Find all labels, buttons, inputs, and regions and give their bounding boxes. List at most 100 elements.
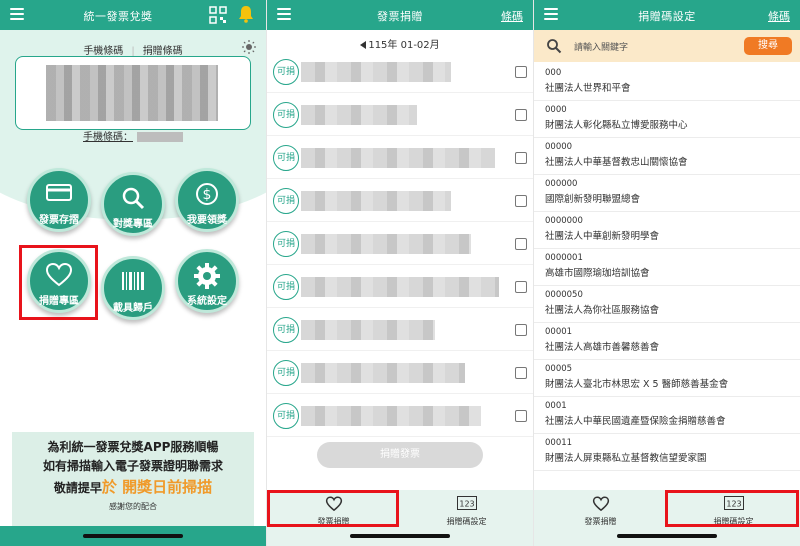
donatable-badge[interactable]: 可捐 [273, 274, 299, 300]
barcode-link[interactable]: 條碼 [501, 8, 523, 24]
list-item[interactable]: 0001 社團法人中華民國遺產暨保險金捐贈慈善會 [534, 397, 800, 434]
invoice-row: 可捐 [267, 265, 533, 308]
home-indicator [617, 534, 717, 538]
invoice-passbook-button[interactable]: 發票存摺 [27, 168, 91, 232]
invoice-info [301, 363, 465, 383]
home-header: 統一發票兌獎 [0, 0, 266, 30]
tab-donation-barcode[interactable]: 捐贈條碼 [135, 42, 191, 57]
system-settings-button[interactable]: 系統設定 [175, 249, 239, 313]
invoice-info [301, 62, 451, 82]
123-icon: 123 [456, 496, 477, 510]
donatable-badge[interactable]: 可捐 [273, 59, 299, 85]
svg-text:$: $ [203, 187, 212, 203]
donatable-badge[interactable]: 可捐 [273, 145, 299, 171]
invoice-checkbox[interactable] [515, 281, 527, 293]
banner-line-3-prefix: 敬請提早 [53, 481, 102, 495]
org-name: 財團法人彰化縣私立博愛服務中心 [545, 120, 688, 131]
heart-icon [592, 496, 609, 512]
carrier-link-button[interactable]: 載具歸戶 [101, 256, 165, 320]
invoice-row: 可捐 [267, 50, 533, 93]
claim-prize-button[interactable]: $ 我要領獎 [175, 168, 239, 232]
org-name: 社團法人世界和平會 [545, 83, 631, 94]
brightness-icon[interactable] [242, 40, 256, 54]
donatable-badge[interactable]: 可捐 [273, 360, 299, 386]
org-name: 國際創新發明聯盟總會 [545, 194, 641, 205]
settings-title: 捐贈碼設定 [638, 10, 696, 23]
org-name: 財團法人屏東縣私立基督教信望愛家園 [545, 453, 707, 464]
svg-text:123: 123 [459, 500, 474, 509]
tab-invoice-donation[interactable]: 發票捐贈 [534, 490, 667, 532]
list-item[interactable]: 0000000 社團法人中華創新發明學會 [534, 212, 800, 249]
home-indicator [350, 534, 450, 538]
donate-invoice-button[interactable]: 捐贈發票 [317, 442, 483, 468]
donatable-badge[interactable]: 可捐 [273, 102, 299, 128]
search-input[interactable]: 請輸入關鍵字 [574, 40, 628, 53]
org-name: 社團法人中華創新發明學會 [545, 231, 660, 242]
invoice-checkbox[interactable] [515, 152, 527, 164]
invoice-row: 可捐 [267, 394, 533, 437]
donation-screen: 發票捐贈 條碼 115年 01-02月 可捐 可捐 可捐 可捐 可捐 可捐 可捐… [267, 0, 533, 546]
tab-donation-code-settings[interactable]: 123 捐贈碼設定 [400, 490, 533, 532]
barcode-image [46, 65, 218, 121]
barcode-link[interactable]: 條碼 [768, 8, 790, 24]
invoice-checkbox[interactable] [515, 410, 527, 422]
invoice-checkbox[interactable] [515, 109, 527, 121]
invoice-row: 可捐 [267, 308, 533, 351]
invoice-info [301, 406, 481, 426]
list-item[interactable]: 00011 財團法人屏東縣私立基督教信望愛家園 [534, 434, 800, 471]
claim-prize-label: 我要領獎 [187, 215, 227, 226]
invoice-info [301, 191, 451, 211]
barcode-tabs: 手機條碼 | 捐贈條碼 [0, 42, 266, 57]
donation-header: 發票捐贈 條碼 [267, 0, 533, 30]
phone-code-value [137, 132, 183, 142]
invoice-checkbox[interactable] [515, 238, 527, 250]
org-code: 000000 [545, 179, 578, 189]
org-code: 00000 [545, 142, 573, 152]
invoice-checkbox[interactable] [515, 367, 527, 379]
list-item[interactable]: 00001 社團法人高雄市善馨慈善會 [534, 323, 800, 360]
list-item[interactable]: 00005 財團法人臺北市林思宏 X 5 醫師慈善基金會 [534, 360, 800, 397]
tab-phone-barcode[interactable]: 手機條碼 [75, 42, 131, 57]
notice-banner: 為利統一發票兌獎APP服務順暢 如有掃描輸入電子發票證明聯需求 敬請提早於 開獎… [12, 432, 254, 528]
invoice-checkbox[interactable] [515, 324, 527, 336]
invoice-info [301, 320, 435, 340]
highlight-donation-code-settings-tab [665, 490, 799, 527]
invoice-row: 可捐 [267, 351, 533, 394]
organization-list: 000 社團法人世界和平會 0000 財團法人彰化縣私立博愛服務中心 00000 社團… [534, 64, 800, 471]
search-button[interactable]: 搜尋 [744, 37, 792, 55]
org-name: 財團法人臺北市林思宏 X 5 醫師慈善基金會 [545, 379, 729, 390]
org-name: 社團法人中華基督教忠山關懷協會 [545, 157, 688, 168]
bell-icon[interactable] [238, 5, 254, 23]
list-item[interactable]: 000000 國際創新發明聯盟總會 [534, 175, 800, 212]
invoice-checkbox[interactable] [515, 66, 527, 78]
donatable-badge[interactable]: 可捐 [273, 188, 299, 214]
carrier-link-label: 載具歸戶 [113, 303, 153, 314]
list-item[interactable]: 0000050 社團法人為你社區服務協會 [534, 286, 800, 323]
list-item[interactable]: 000 社團法人世界和平會 [534, 64, 800, 101]
invoice-list: 可捐 可捐 可捐 可捐 可捐 可捐 可捐 可捐 可捐 [267, 50, 533, 437]
banner-line-3: 敬請提早於 開獎日前掃描 [12, 476, 254, 497]
org-name: 社團法人中華民國遺產暨保險金捐贈慈善會 [545, 416, 726, 427]
search-bar: 請輸入關鍵字 搜尋 [534, 30, 800, 62]
highlight-donation-area [19, 245, 98, 320]
donatable-badge[interactable]: 可捐 [273, 317, 299, 343]
list-item[interactable]: 00000 社團法人中華基督教忠山關懷協會 [534, 138, 800, 175]
invoice-checkbox[interactable] [515, 195, 527, 207]
qr-code-icon[interactable] [209, 6, 227, 24]
list-item[interactable]: 0000 財團法人彰化縣私立博愛服務中心 [534, 101, 800, 138]
invoice-row: 可捐 [267, 136, 533, 179]
list-item[interactable]: 0000001 高雄市國際瑜珈培訓協會 [534, 249, 800, 286]
prev-period-icon[interactable] [360, 41, 367, 49]
search-icon [547, 39, 562, 54]
period-selector[interactable]: 115年 01-02月 [267, 36, 533, 51]
donatable-badge[interactable]: 可捐 [273, 403, 299, 429]
org-code: 00005 [545, 364, 573, 374]
invoice-row: 可捐 [267, 222, 533, 265]
card-icon [46, 184, 72, 201]
org-code: 00011 [545, 438, 573, 448]
donatable-badge[interactable]: 可捐 [273, 231, 299, 257]
org-name: 社團法人為你社區服務協會 [545, 305, 660, 316]
invoice-info [301, 234, 471, 254]
prize-check-button[interactable]: 對獎專區 [101, 172, 165, 236]
banner-thanks: 感謝您的配合 [109, 502, 157, 511]
